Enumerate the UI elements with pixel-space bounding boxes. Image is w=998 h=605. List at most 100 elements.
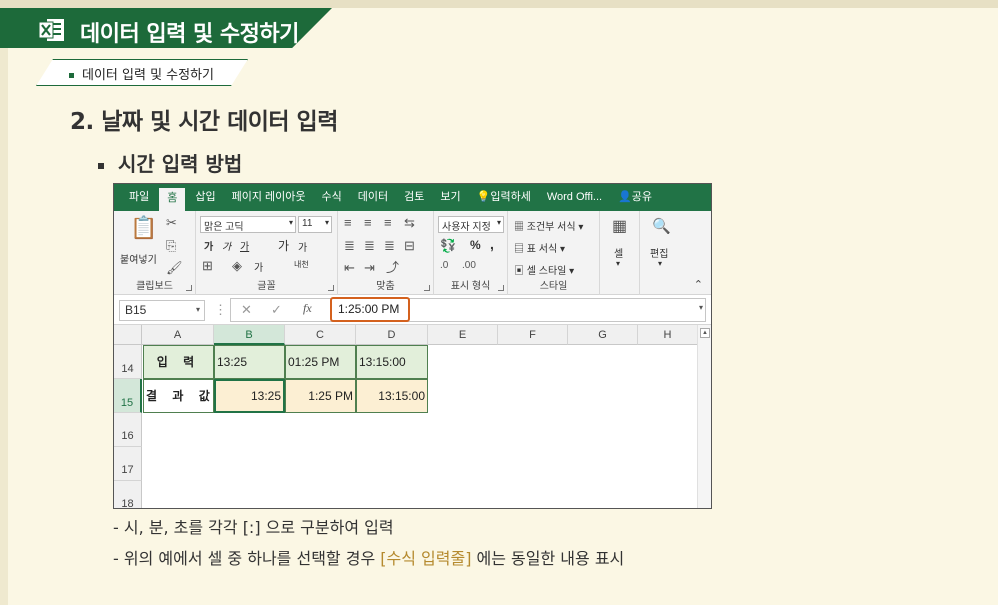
font-color-button[interactable]: 가 — [254, 259, 263, 274]
row-header[interactable]: 15 — [114, 379, 142, 413]
column-header[interactable]: A — [142, 325, 214, 345]
cell-d15[interactable]: 13:15:00 — [356, 379, 428, 413]
section-title: 2. 날짜 및 시간 데이터 입력 — [70, 109, 338, 135]
dialog-launcher-icon[interactable] — [186, 285, 192, 291]
tab-data[interactable]: 데이터 — [350, 184, 396, 211]
dialog-launcher-icon[interactable] — [328, 285, 334, 291]
column-header[interactable]: F — [498, 325, 568, 345]
fill-color-icon[interactable]: ◈ — [232, 259, 242, 272]
cell-c15[interactable]: 1:25 PM — [285, 379, 356, 413]
align-center-icon[interactable]: ≣ — [364, 239, 375, 252]
percent-button[interactable]: % — [470, 238, 481, 252]
align-middle-icon[interactable]: ≡ — [364, 216, 372, 229]
vertical-scrollbar[interactable]: ▲ — [697, 325, 711, 508]
tab-page-layout[interactable]: 페이지 레이아웃 — [224, 184, 314, 211]
search-icon[interactable]: 🔍 — [652, 219, 671, 234]
font-size-combo[interactable]: 11 ▾ — [298, 216, 332, 233]
orientation-icon[interactable]: ⤴ — [386, 261, 399, 274]
dialog-launcher-icon[interactable] — [498, 285, 504, 291]
decrease-decimal-icon[interactable]: .00 — [462, 261, 476, 271]
bold-button[interactable]: 가 — [204, 238, 213, 253]
cell-a15[interactable]: 결 과 값 — [143, 379, 214, 413]
format-painter-icon[interactable]: 🖌 — [166, 261, 183, 274]
top-border — [0, 0, 998, 8]
excel-logo-icon — [38, 19, 64, 41]
column-header[interactable]: D — [356, 325, 428, 345]
tab-review[interactable]: 검토 — [396, 184, 432, 211]
align-top-icon[interactable]: ≡ — [344, 216, 352, 229]
cell-a14[interactable]: 입 력 — [143, 345, 214, 379]
tab-insert[interactable]: 삽입 — [187, 184, 223, 211]
lightbulb-icon: 💡 — [476, 191, 491, 203]
phonetic-button[interactable]: 내천 — [294, 259, 309, 270]
column-header[interactable]: E — [428, 325, 498, 345]
chevron-down-icon[interactable]: ▾ — [658, 259, 662, 268]
copy-icon[interactable]: ⎘ — [166, 239, 176, 252]
align-bottom-icon[interactable]: ≡ — [384, 216, 392, 229]
share-label: 공유 — [631, 191, 653, 203]
table-format-icon: ▤ — [514, 244, 524, 255]
chevron-down-icon[interactable]: ▾ — [196, 305, 200, 314]
cut-icon[interactable]: ✂ — [166, 216, 177, 229]
grow-font-button[interactable]: 가 — [278, 237, 289, 254]
tab-word-office[interactable]: Word Offi... — [539, 184, 610, 211]
increase-decimal-icon[interactable]: .0 — [440, 261, 448, 271]
align-right-icon[interactable]: ≣ — [384, 239, 395, 252]
insert-function-icon[interactable]: fx — [303, 301, 312, 316]
comma-button[interactable]: , — [490, 236, 494, 252]
editing-button[interactable]: 편집 — [650, 245, 668, 260]
row-header[interactable]: 17 — [114, 447, 142, 481]
cell-d14[interactable]: 13:15:00 — [356, 345, 428, 379]
dialog-launcher-icon[interactable] — [424, 285, 430, 291]
italic-button[interactable]: 가 — [222, 238, 231, 253]
formula-input[interactable]: 1:25:00 PM — [330, 297, 410, 322]
group-alignment: ≡ ≡ ≡ ⇆ ≣ ≣ ≣ ⊟ ⇤ ⇥ ⤴ 맞춤 — [338, 211, 434, 295]
row-header[interactable]: 16 — [114, 413, 142, 447]
cells-button[interactable]: 셀 — [614, 245, 623, 260]
tab-view[interactable]: 보기 — [432, 184, 468, 211]
scroll-up-icon[interactable]: ▲ — [700, 328, 710, 338]
paste-icon[interactable]: 📋 — [130, 217, 157, 239]
font-name-combo[interactable]: 맑은 고딕 ▾ — [200, 216, 296, 233]
paste-button[interactable]: 붙여넣기 — [120, 251, 157, 266]
styles-label: 스타일 — [539, 281, 568, 292]
column-header[interactable]: B — [214, 325, 285, 345]
cell-c14[interactable]: 01:25 PM — [285, 345, 356, 379]
cell-b14[interactable]: 13:25 — [214, 345, 285, 379]
number-format-combo[interactable]: 사용자 지정 ▾ — [438, 216, 504, 233]
wrap-text-icon[interactable]: ⇆ — [404, 216, 415, 229]
cell-styles-button[interactable]: ▣ 셀 스타일 ▾ — [514, 262, 574, 277]
cells-icon[interactable]: ▦ — [612, 219, 627, 235]
chevron-down-icon[interactable]: ▾ — [616, 259, 620, 268]
currency-icon[interactable]: 💱 — [440, 239, 456, 252]
tab-formulas[interactable]: 수식 — [314, 184, 350, 211]
increase-indent-icon[interactable]: ⇥ — [364, 261, 375, 274]
expand-formula-icon[interactable]: ▾ — [699, 303, 703, 312]
decrease-indent-icon[interactable]: ⇤ — [344, 261, 355, 274]
select-all-corner[interactable] — [114, 325, 142, 345]
share-button[interactable]: 👤공유 — [610, 184, 660, 211]
column-header[interactable]: G — [568, 325, 638, 345]
format-as-table-button[interactable]: ▤ 표 서식 ▾ — [514, 240, 565, 255]
row-header[interactable]: 18 — [114, 481, 142, 508]
row-header[interactable]: 14 — [114, 345, 142, 379]
tab-home[interactable]: 홈 — [159, 188, 186, 211]
font-label: 글꼴 — [257, 281, 276, 292]
shrink-font-button[interactable]: 가 — [298, 239, 307, 254]
borders-icon[interactable]: ⊞ — [202, 259, 213, 272]
name-box[interactable]: B15 ▾ — [119, 300, 205, 321]
underline-button[interactable]: 가 — [240, 238, 249, 253]
merge-icon[interactable]: ⊟ — [404, 239, 415, 252]
conditional-format-button[interactable]: ▦ 조건부 서식 ▾ — [514, 218, 583, 233]
cancel-icon[interactable]: ✕ — [241, 302, 252, 318]
tab-file[interactable]: 파일 — [121, 184, 157, 211]
cell-b15[interactable]: 13:25 — [214, 379, 285, 413]
align-left-icon[interactable]: ≣ — [344, 239, 355, 252]
tell-me-search[interactable]: 💡입력하세 — [469, 184, 539, 211]
enter-icon[interactable]: ✓ — [271, 302, 282, 318]
formula-field[interactable] — [230, 298, 706, 322]
column-header[interactable]: H — [638, 325, 698, 345]
collapse-ribbon-icon[interactable]: ⌃ — [694, 278, 703, 291]
column-header[interactable]: C — [285, 325, 356, 345]
note-line-1: - 시, 분, 초를 각각 [:] 으로 구분하여 입력 — [113, 518, 394, 537]
